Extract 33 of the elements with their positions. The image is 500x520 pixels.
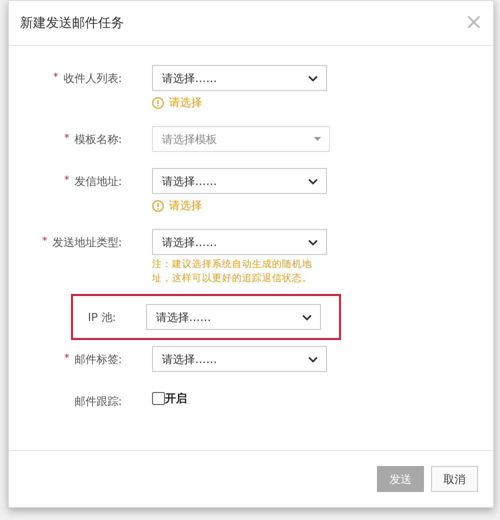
field-label: 发送地址类型: — [52, 235, 122, 250]
select-field[interactable]: 请选择…… — [146, 304, 321, 330]
field-label: 邮件跟踪: — [74, 394, 122, 409]
caret-icon — [314, 137, 321, 141]
field-label: 收件人列表: — [63, 71, 122, 86]
error-message: 请选择 — [169, 95, 202, 110]
warning-icon — [152, 200, 164, 212]
chevron-icon — [308, 74, 318, 82]
select-field[interactable]: 请选择…… — [152, 168, 327, 194]
field-label: 发信地址: — [74, 174, 122, 189]
select-field[interactable]: 请选择…… — [152, 229, 327, 255]
required-mark: * — [64, 175, 70, 186]
required-mark: * — [42, 236, 48, 247]
checkbox-label[interactable]: 开启 — [165, 391, 187, 406]
select-field[interactable]: 请选择…… — [152, 65, 327, 91]
field-label: 模板名称: — [74, 132, 122, 147]
field-label: 邮件标签: — [74, 352, 122, 367]
select-field[interactable]: 请选择…… — [152, 346, 327, 372]
cancel-button[interactable]: 取消 — [431, 466, 478, 492]
error-message: 请选择 — [169, 198, 202, 213]
warning-icon — [152, 96, 164, 108]
select-field[interactable]: 请选择模板 — [152, 126, 330, 152]
required-mark: * — [64, 353, 70, 364]
chevron-icon — [308, 178, 318, 184]
required-mark: * — [64, 133, 70, 144]
field-label: IP 池: — [88, 310, 116, 325]
chevron-icon — [308, 238, 318, 246]
checkbox[interactable] — [152, 392, 165, 405]
hint-note: 注：建议选择系统自动生成的随机地址，这样可以更好的追踪退信状态。 — [152, 258, 313, 286]
chevron-icon — [302, 314, 312, 320]
required-mark: * — [53, 72, 58, 83]
chevron-icon — [308, 356, 318, 362]
dialog-title: 新建发送邮件任务 — [20, 15, 124, 32]
